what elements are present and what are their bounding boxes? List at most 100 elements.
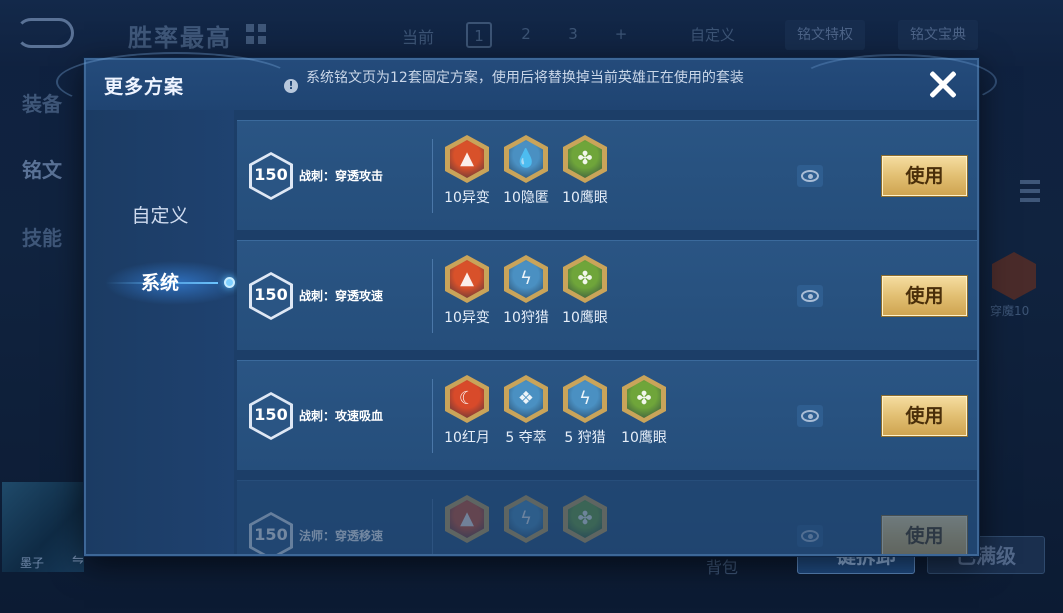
use-button[interactable]: 使用	[882, 156, 967, 196]
red-arrow-icon: ▲	[445, 135, 489, 183]
rune-label: 5 夺萃	[505, 430, 547, 446]
rune-glyph: ✤	[577, 268, 593, 289]
rune-item[interactable]: ☾ 10红月	[437, 375, 497, 447]
rune-label: 10异变	[444, 190, 490, 206]
side-tab-runes[interactable]: 铭文	[22, 154, 62, 183]
level-hex-icon: 150	[249, 392, 293, 440]
scheme-row: 150 法师：穿透移速 ▲ ϟ ✤ 使用	[237, 480, 977, 554]
red-arrow-icon: ▲	[445, 255, 489, 303]
rune-item[interactable]: ✤	[555, 495, 615, 547]
hero-name: 墨子	[20, 556, 45, 570]
eye-icon	[801, 170, 819, 182]
scheme-row: 150 战刺：穿透攻速 ▲ 10异变 ϟ 10狩猎 ✤ 10鹰眼 使用	[237, 240, 977, 350]
rune-label: 10异变	[444, 310, 490, 326]
page-add[interactable]: +	[608, 22, 634, 48]
level-hex-icon: 150	[249, 272, 293, 320]
rune-item[interactable]: ✤ 10鹰眼	[555, 255, 615, 327]
rune-slot-label: 穿魔10	[990, 304, 1030, 318]
rune-item[interactable]: ❖ 5 夺萃	[496, 375, 556, 447]
rune-glyph: ✤	[577, 148, 593, 169]
scheme-sidebar: 自定义 系统	[86, 110, 235, 554]
blue-lightning-icon: ϟ	[504, 495, 548, 543]
rune-glyph: ϟ	[579, 388, 591, 409]
eye-icon	[801, 530, 819, 542]
eye-icon	[801, 410, 819, 422]
tab-label: 自定义	[131, 205, 189, 227]
divider	[432, 379, 433, 453]
divider	[432, 139, 433, 213]
rune-item[interactable]: ▲	[437, 495, 497, 547]
scheme-row: 150 战刺：攻速吸血 ☾ 10红月 ❖ 5 夺萃 ϟ 5 狩猎 ✤ 10鹰眼 使用	[237, 360, 977, 470]
rune-label: 10鹰眼	[621, 430, 667, 446]
rune-label: 10鹰眼	[562, 190, 608, 206]
scheme-level: 150	[254, 405, 288, 424]
scheme-level: 150	[254, 165, 288, 184]
page-tab-2[interactable]: 2	[513, 22, 539, 48]
use-button[interactable]: 使用	[882, 516, 967, 554]
scheme-name: 法师：穿透移速	[299, 529, 384, 543]
rune-item[interactable]: ϟ	[496, 495, 556, 547]
blue-lightning-icon: ϟ	[504, 255, 548, 303]
rune-item[interactable]: ϟ 5 狩猎	[555, 375, 615, 447]
preview-eye-icon[interactable]	[797, 165, 823, 187]
swap-icon[interactable]: ⇋	[72, 552, 84, 568]
use-button[interactable]: 使用	[882, 276, 967, 316]
bag-label[interactable]: 背包	[706, 554, 738, 578]
rune-item[interactable]: ϟ 10狩猎	[496, 255, 556, 327]
notice-text: 系统铭文页为12套固定方案，使用后将替换掉当前英雄正在使用的套装	[306, 70, 744, 86]
rune-label: 10狩猎	[503, 310, 549, 326]
rune-glyph: 💧	[514, 148, 538, 169]
rune-label: 10鹰眼	[562, 310, 608, 326]
back-arrow-icon[interactable]	[16, 18, 74, 48]
rune-item[interactable]: ▲ 10异变	[437, 135, 497, 207]
current-label: 当前	[402, 28, 435, 47]
grid-icon[interactable]	[246, 24, 266, 44]
custom-label[interactable]: 自定义	[690, 24, 735, 45]
rune-glyph: ❖	[517, 388, 535, 409]
rune-item[interactable]: ✤ 10鹰眼	[614, 375, 674, 447]
tab-custom[interactable]: 自定义	[86, 188, 234, 244]
more-schemes-modal: 更多方案 ! 系统铭文页为12套固定方案，使用后将替换掉当前英雄正在使用的套装 …	[56, 52, 997, 556]
rune-item[interactable]: ▲ 10异变	[437, 255, 497, 327]
rune-glyph: ▲	[460, 508, 474, 529]
scheme-list[interactable]: 150 战刺：穿透攻击 ▲ 10异变 💧 10隐匿 ✤ 10鹰眼 使用 150 战刺：穿透攻速 ▲ 10…	[237, 120, 977, 554]
preview-eye-icon[interactable]	[797, 525, 823, 547]
scheme-name: 战刺：穿透攻速	[299, 289, 384, 303]
red-arrow-icon: ▲	[445, 495, 489, 543]
side-tab-skills[interactable]: 技能	[22, 222, 62, 251]
info-icon: !	[284, 79, 298, 93]
close-icon[interactable]	[923, 65, 963, 105]
rune-label: 10隐匿	[503, 190, 549, 206]
use-button[interactable]: 使用	[882, 396, 967, 436]
menu-icon[interactable]	[1020, 180, 1040, 202]
rune-label: 5 狩猎	[564, 430, 606, 446]
rune-item[interactable]: 💧 10隐匿	[496, 135, 556, 207]
green-clover-icon: ✤	[563, 495, 607, 543]
rune-glyph: ✤	[577, 508, 593, 529]
rune-glyph: ϟ	[520, 508, 532, 529]
tab-label: 系统	[140, 272, 179, 294]
preview-eye-icon[interactable]	[797, 285, 823, 307]
rune-privilege-button[interactable]: 铭文特权	[785, 20, 865, 50]
modal-header: 更多方案 ! 系统铭文页为12套固定方案，使用后将替换掉当前英雄正在使用的套装	[56, 52, 997, 112]
page-title: 胜率最高	[128, 24, 232, 52]
rune-guide-button[interactable]: 铭文宝典	[898, 20, 978, 50]
page-tab-3[interactable]: 3	[560, 22, 586, 48]
scheme-row: 150 战刺：穿透攻击 ▲ 10异变 💧 10隐匿 ✤ 10鹰眼 使用	[237, 120, 977, 230]
page-tab-1[interactable]: 1	[466, 22, 492, 48]
preview-eye-icon[interactable]	[797, 405, 823, 427]
level-hex-icon: 150	[249, 152, 293, 200]
blue-drop-icon: 💧	[504, 135, 548, 183]
rune-label: 10红月	[444, 430, 490, 446]
rune-glyph: ▲	[460, 268, 474, 289]
rune-glyph: ✤	[636, 388, 652, 409]
rune-glyph: ☾	[458, 388, 476, 409]
rune-item[interactable]: ✤ 10鹰眼	[555, 135, 615, 207]
blue-knot-icon: ❖	[504, 375, 548, 423]
side-tab-equipment[interactable]: 装备	[22, 88, 62, 117]
rune-slot-icon[interactable]	[992, 252, 1036, 300]
selected-dot-icon	[224, 277, 235, 288]
scheme-level: 150	[254, 285, 288, 304]
blue-lightning-icon: ϟ	[563, 375, 607, 423]
tab-system[interactable]: 系统	[86, 255, 235, 311]
